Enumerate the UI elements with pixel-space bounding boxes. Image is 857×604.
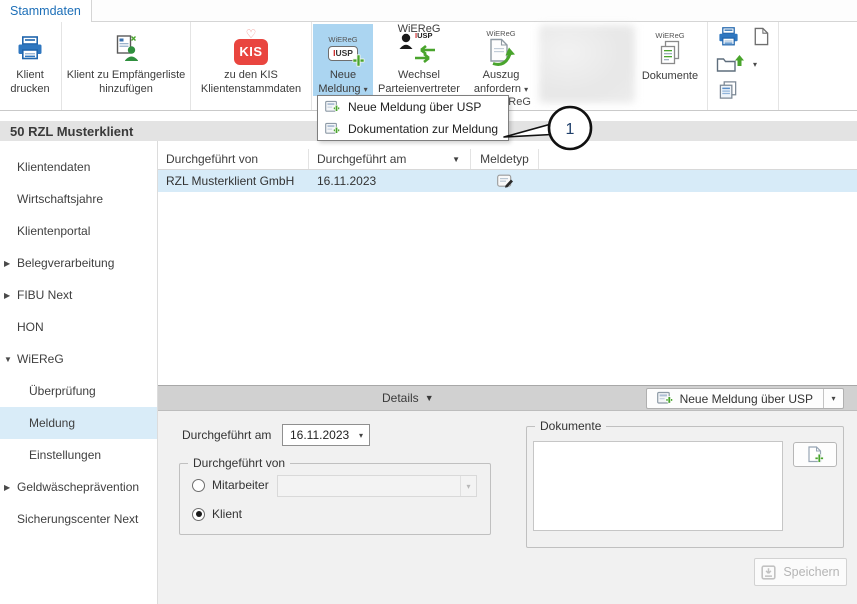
collapse-icon[interactable]: ▼ [4,355,17,364]
speichern-button[interactable]: Speichern [754,558,847,586]
printer-icon [17,26,43,69]
chevron-down-icon: ▾ [353,431,369,440]
print-icon[interactable] [718,27,739,46]
neue-meldung-button[interactable]: WiEReG IUSP Neue Meldung ▾ [313,24,373,96]
sidebar-item-ueberpruefung[interactable]: Überprüfung [0,375,157,407]
folder-upload-icon[interactable] [716,54,744,73]
dokumente-listbox[interactable] [533,441,783,531]
chevron-down-icon: ▾ [831,394,835,403]
content-area: Durchgeführt von Durchgeführt am▼ Meldet… [158,141,857,604]
new-page-icon[interactable] [751,27,770,46]
add-document-icon [806,446,824,463]
chevron-down-icon: ▼ [425,393,434,403]
table-empty-area [158,192,857,385]
sidebar-item-sicherungscenter-next[interactable]: Sicherungscenter Next [0,503,157,535]
add-document-button[interactable] [793,442,837,467]
save-icon [761,565,776,580]
radio-mitarbeiter[interactable]: Mitarbeiter [192,478,269,492]
application-window: Stammdaten Klient drucken [0,0,857,604]
ribbon-group-kis: ♡ KIS zu den KIS Klientenstammdaten [191,22,312,110]
redacted-ribbon-button [539,25,635,103]
person-swap-icon: WiEReG IUSP [399,26,439,69]
sidebar: Klientendaten Wirtschaftsjahre Klientenp… [0,141,158,604]
page-title: 50 RZL Musterklient [10,124,133,139]
sidebar-item-meldung[interactable]: Meldung [0,407,157,439]
ribbon-group-drucken: Klient drucken [0,22,62,110]
neue-meldung-usp-button[interactable]: Neue Meldung über USP [647,389,823,408]
callout-number: 1 [566,121,575,138]
column-header-durchgefuehrt-am[interactable]: Durchgeführt am▼ [309,149,471,169]
kis-icon: ♡ KIS [234,26,268,69]
expand-icon[interactable]: ▶ [4,291,17,300]
document-request-icon: WiEReG [486,26,516,69]
column-header-durchgefuehrt-von[interactable]: Durchgeführt von [158,149,309,169]
add-report-icon [325,122,340,136]
details-bar: Details ▼ Neue Meldung über USP ▾ [158,385,857,411]
annotation-callout-1: 1 [498,100,602,156]
neue-meldung-usp-split-button: Neue Meldung über USP ▾ [646,388,844,409]
radio-klient[interactable]: Klient [192,507,242,521]
ribbon-group-empfaengerliste: Klient zu Empfängerliste hinzufügen [62,22,191,110]
neue-meldung-dropdown-menu: Neue Meldung über USP Dokumentation zur … [317,95,509,141]
copies-icon[interactable] [718,80,739,100]
chevron-down-icon[interactable]: ▾ [753,60,757,69]
sidebar-item-wirtschaftsjahre[interactable]: Wirtschaftsjahre [0,183,157,215]
sidebar-item-hon[interactable]: HON [0,311,157,343]
sidebar-item-wiereg[interactable]: ▼WiEReG [0,343,157,375]
dokumente-button[interactable]: WiEReG Dokumente [637,24,703,96]
tab-stammdaten[interactable]: Stammdaten [0,0,92,22]
durchgefuehrt-von-groupbox: Durchgeführt von Mitarbeiter ▾ Klient [179,463,491,535]
sidebar-item-einstellungen[interactable]: Einstellungen [0,439,157,471]
meldetyp-cell [471,174,539,188]
durchgefuehrt-am-date-combo[interactable]: 16.11.2023 ▾ [282,424,370,446]
ribbon-tab-bar: Stammdaten [0,0,857,22]
add-report-icon [325,100,340,114]
heart-icon: ♡ [246,28,257,40]
split-button-dropdown[interactable]: ▾ [823,389,843,408]
sidebar-item-geldwaeschepraevention[interactable]: ▶Geldwäscheprävention [0,471,157,503]
table-row[interactable]: RZL Musterklient GmbH 16.11.2023 [158,170,857,192]
ribbon-group-quick-icons: ▾ [708,22,779,110]
dokumente-groupbox: Dokumente [526,426,844,548]
add-report-icon [657,391,673,406]
chevron-down-icon: ▾ [524,85,528,94]
details-panel: Durchgeführt am 16.11.2023 ▾ Durchgeführ… [158,411,857,604]
mitarbeiter-combo[interactable]: ▾ [277,475,477,497]
sidebar-item-klientenportal[interactable]: Klientenportal [0,215,157,247]
wiereg-usp-new-icon: WiEReG IUSP [328,26,358,69]
sort-descending-icon[interactable]: ▼ [452,155,460,164]
kis-stammdaten-button[interactable]: ♡ KIS zu den KIS Klientenstammdaten [192,24,310,96]
documents-icon: WiEReG [655,26,684,70]
klient-drucken-button[interactable]: Klient drucken [1,24,59,96]
sidebar-item-fibu-next[interactable]: ▶FIBU Next [0,279,157,311]
chevron-down-icon: ▾ [364,85,368,94]
radio-button-selected-icon[interactable] [192,508,205,521]
note-edit-icon [497,174,514,188]
menu-item-neue-meldung-ueber-usp[interactable]: Neue Meldung über USP [318,96,508,118]
tab-bar-filler [92,0,857,22]
radio-button-icon[interactable] [192,479,205,492]
empfaengerliste-button[interactable]: Klient zu Empfängerliste hinzufügen [63,24,189,96]
durchgefuehrt-am-label: Durchgeführt am [182,428,271,442]
expand-icon[interactable]: ▶ [4,483,17,492]
wechsel-parteienvertreter-button[interactable]: WiEReG IUSP Wechsel Parteienvertreter [373,24,465,96]
expand-icon[interactable]: ▶ [4,259,17,268]
menu-item-dokumentation-zur-meldung[interactable]: Dokumentation zur Meldung [318,118,508,140]
chevron-down-icon: ▾ [460,476,476,496]
plus-icon [352,54,365,67]
ribbon-filler [779,22,857,110]
details-toggle[interactable]: Details ▼ [382,391,434,405]
sidebar-item-belegverarbeitung[interactable]: ▶Belegverarbeitung [0,247,157,279]
document-person-icon [113,26,139,69]
sidebar-item-klientendaten[interactable]: Klientendaten [0,151,157,183]
auszug-anfordern-button[interactable]: WiEReG Auszug anfordern ▾ [465,24,537,96]
